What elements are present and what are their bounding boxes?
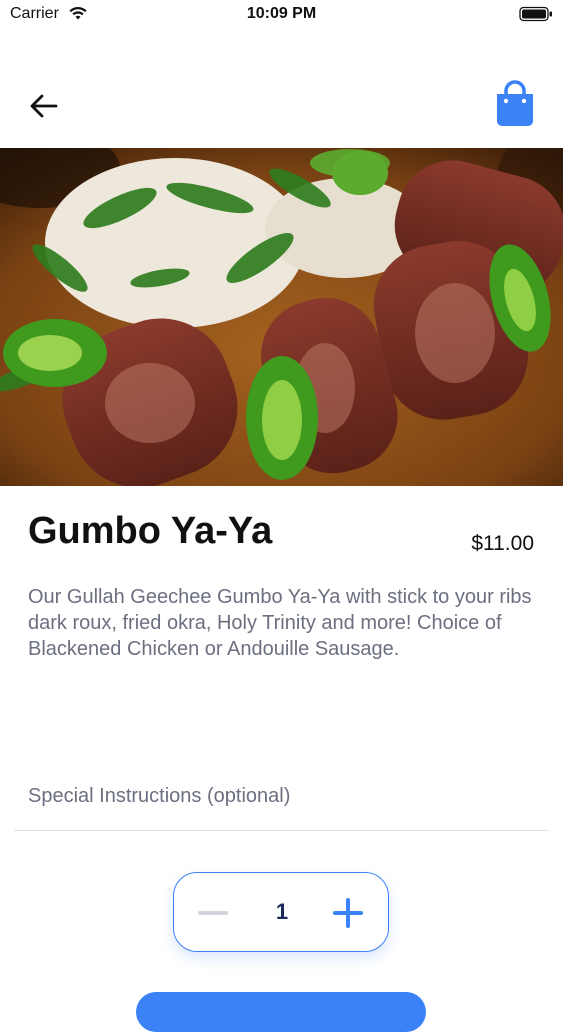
dish-photo bbox=[0, 148, 563, 486]
quantity-stepper: 1 bbox=[173, 872, 389, 952]
decrease-quantity-button[interactable] bbox=[192, 897, 232, 929]
dish-photo-illustration bbox=[0, 148, 563, 486]
navigation-bar bbox=[0, 60, 563, 148]
status-time: 10:09 PM bbox=[246, 5, 317, 22]
add-to-cart-button[interactable] bbox=[136, 992, 426, 1032]
plus-icon bbox=[333, 898, 363, 928]
increase-quantity-button[interactable] bbox=[330, 895, 366, 931]
battery-icon bbox=[519, 6, 552, 22]
arrow-left-icon bbox=[30, 94, 58, 118]
status-bar: Carrier 10:09 PM bbox=[0, 0, 563, 30]
item-title: Gumbo Ya-Ya bbox=[28, 510, 273, 552]
quantity-value: 1 bbox=[275, 899, 289, 924]
special-instructions-field[interactable]: Special Instructions (optional) bbox=[28, 785, 533, 808]
item-price: $11.00 bbox=[471, 532, 534, 555]
back-button[interactable] bbox=[24, 88, 64, 124]
item-description: Our Gullah Geechee Gumbo Ya-Ya with stic… bbox=[28, 586, 532, 660]
shopping-bag-icon bbox=[497, 80, 533, 126]
cart-button[interactable] bbox=[493, 80, 537, 128]
field-divider bbox=[14, 830, 549, 831]
